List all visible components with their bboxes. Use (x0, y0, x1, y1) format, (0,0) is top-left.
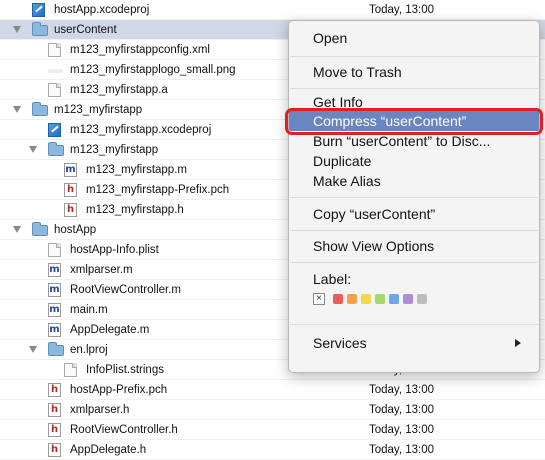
label-color-swatch[interactable] (361, 294, 371, 304)
m-file-icon: m (48, 323, 61, 337)
h-file-icon: h (64, 203, 77, 217)
file-name: main.m (70, 304, 108, 316)
m-file-icon: m (48, 303, 61, 317)
file-name: hostApp-Prefix.pch (70, 384, 168, 396)
h-file-icon: h (48, 383, 61, 397)
menu-item-services[interactable]: Services (289, 333, 539, 353)
menu-item-compress[interactable]: Compress “userContent” (285, 108, 543, 135)
h-file-icon: h (64, 183, 77, 197)
file-row[interactable]: hostApp.xcodeproj Today, 13:00 (0, 0, 545, 20)
m-file-icon: m (48, 263, 61, 277)
file-row[interactable]: h AppDelegate.h Today, 13:00 (0, 440, 545, 460)
document-icon (64, 363, 77, 377)
document-icon (48, 43, 61, 57)
menu-separator (290, 230, 538, 231)
folder-icon (48, 142, 64, 156)
file-name: userContent (54, 24, 117, 36)
h-file-icon: h (48, 423, 61, 437)
xcodeproj-icon (48, 123, 61, 137)
h-file-icon: h (48, 403, 61, 417)
menu-separator (290, 88, 538, 89)
menu-separator (290, 56, 538, 57)
file-name: hostApp.xcodeproj (54, 4, 150, 16)
file-name: en.lproj (70, 344, 108, 356)
file-row[interactable]: h hostApp-Prefix.pch Today, 13:00 (0, 380, 545, 400)
date-modified: Today, 13:00 (369, 404, 435, 416)
file-name: xmlparser.m (70, 264, 133, 276)
file-name: m123_myfirstapp (54, 104, 143, 116)
date-modified: Today, 13:00 (369, 424, 435, 436)
label-color-swatch[interactable] (417, 294, 427, 304)
menu-separator (290, 197, 538, 198)
date-modified: Today, 13:00 (369, 4, 435, 16)
folder-icon (48, 342, 64, 356)
file-name: hostApp-Info.plist (70, 244, 159, 256)
menu-item-move-to-trash[interactable]: Move to Trash (289, 62, 539, 82)
file-name: m123_myfirstapp.m (86, 164, 187, 176)
label-color-swatch[interactable] (403, 294, 413, 304)
disclosure-triangle-icon[interactable] (13, 226, 21, 233)
m-file-icon: m (64, 163, 77, 177)
file-name: hostApp (54, 224, 97, 236)
label-color-swatch[interactable] (389, 294, 399, 304)
file-name: m123_myfirstapp (70, 144, 159, 156)
folder-icon (32, 222, 48, 236)
file-name: RootViewController.m (70, 284, 182, 296)
file-name: m123_myfirstapp.a (70, 84, 168, 96)
menu-item-open[interactable]: Open (289, 28, 539, 48)
disclosure-triangle-icon[interactable] (29, 346, 37, 353)
menu-item-burn[interactable]: Burn “userContent” to Disc... (289, 131, 539, 151)
file-name: AppDelegate.h (70, 444, 147, 456)
m-file-icon: m (48, 283, 61, 297)
label-color-swatch[interactable] (347, 294, 357, 304)
document-icon (48, 243, 61, 257)
file-name: m123_myfirstapplogo_small.png (70, 64, 236, 76)
file-name: xmlparser.h (70, 404, 130, 416)
menu-item-duplicate[interactable]: Duplicate (289, 151, 539, 171)
menu-item-show-view-options[interactable]: Show View Options (289, 236, 539, 256)
file-row[interactable]: h xmlparser.h Today, 13:00 (0, 400, 545, 420)
folder-icon (32, 22, 48, 36)
label-none-button[interactable]: × (313, 293, 325, 305)
file-row[interactable]: h RootViewController.h Today, 13:00 (0, 420, 545, 440)
menu-item-copy[interactable]: Copy “userContent” (289, 204, 539, 224)
finder-list-view: hostApp.xcodeproj Today, 13:00 userContent… (0, 0, 545, 460)
file-name: InfoPlist.strings (86, 364, 164, 376)
disclosure-triangle-icon[interactable] (13, 26, 21, 33)
image-icon (48, 69, 63, 73)
date-modified: Today, 13:00 (369, 444, 435, 456)
submenu-arrow-icon (515, 339, 521, 347)
xcodeproj-icon (32, 3, 45, 17)
menu-item-services-label: Services (313, 335, 367, 351)
label-color-swatch[interactable] (333, 294, 343, 304)
menu-separator (290, 262, 538, 263)
date-modified: Today, 13:00 (369, 384, 435, 396)
file-name: m123_myfirstapp.xcodeproj (70, 124, 212, 136)
file-name: AppDelegate.m (70, 324, 150, 336)
disclosure-triangle-icon[interactable] (29, 146, 37, 153)
file-name: RootViewController.h (70, 424, 178, 436)
document-icon (48, 83, 61, 97)
context-menu: Open Move to Trash Get Info Compress “us… (285, 20, 543, 373)
label-color-swatch[interactable] (375, 294, 385, 304)
disclosure-triangle-icon[interactable] (13, 106, 21, 113)
file-name: m123_myfirstapp.h (86, 204, 184, 216)
file-name: m123_myfirstapp-Prefix.pch (86, 184, 230, 196)
menu-separator (290, 324, 538, 325)
menu-label-heading: Label: (313, 271, 352, 287)
file-name: m123_myfirstappconfig.xml (70, 44, 210, 56)
h-file-icon: h (48, 443, 61, 457)
folder-icon (32, 102, 48, 116)
menu-item-make-alias[interactable]: Make Alias (289, 171, 539, 191)
